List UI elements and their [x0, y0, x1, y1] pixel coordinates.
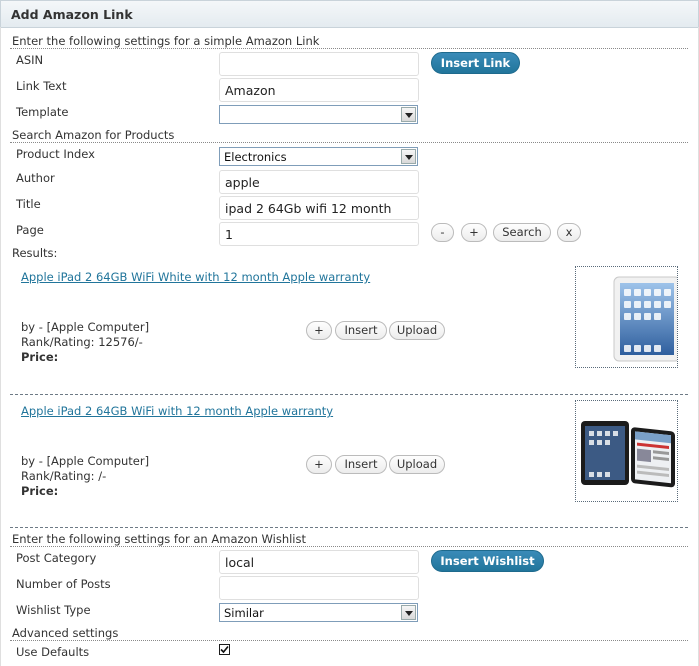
advanced-heading: Advanced settings: [12, 626, 119, 640]
number-of-posts-label: Number of Posts: [16, 577, 111, 591]
result-author: by - [Apple Computer]: [21, 320, 150, 334]
result-author: by - [Apple Computer]: [21, 454, 150, 468]
link-text-label: Link Text: [16, 79, 67, 93]
number-of-posts-input[interactable]: [219, 576, 419, 600]
chevron-down-icon[interactable]: [401, 149, 416, 164]
result-title-link[interactable]: Apple iPad 2 64GB WiFi with 12 month App…: [21, 404, 333, 418]
result-price-label: Price:: [21, 350, 59, 364]
wishlist-type-value: Similar: [224, 606, 264, 620]
page-minus-button[interactable]: -: [431, 223, 454, 242]
result-separator: [10, 527, 688, 528]
simple-link-heading: Enter the following settings for a simpl…: [12, 34, 320, 48]
panel-header: Add Amazon Link: [0, 0, 699, 28]
use-defaults-label: Use Defaults: [16, 645, 90, 659]
ipad-black-product-image: [581, 421, 675, 488]
result-thumbnail[interactable]: [575, 400, 678, 502]
asin-input[interactable]: [219, 52, 419, 76]
insert-link-button[interactable]: Insert Link: [431, 52, 520, 74]
product-index-value: Electronics: [224, 150, 287, 164]
author-label: Author: [16, 171, 55, 185]
page-label: Page: [16, 223, 44, 237]
result-rank: Rank/Rating: /-: [21, 469, 107, 483]
insert-wishlist-button[interactable]: Insert Wishlist: [431, 550, 544, 572]
wishlist-type-select[interactable]: Similar: [219, 603, 418, 622]
chevron-down-icon[interactable]: [401, 107, 416, 122]
checkmark-icon: [220, 645, 229, 654]
template-label: Template: [16, 105, 69, 119]
chevron-down-icon[interactable]: [401, 605, 416, 620]
result-add-button[interactable]: +: [306, 321, 332, 340]
result-item: Apple iPad 2 64GB WiFi White with 12 mon…: [10, 262, 688, 394]
result-upload-button[interactable]: Upload: [389, 455, 445, 474]
results-label: Results:: [12, 246, 58, 260]
result-price-label: Price:: [21, 484, 59, 498]
result-item: Apple iPad 2 64GB WiFi with 12 month App…: [10, 396, 688, 526]
search-button[interactable]: Search: [493, 223, 551, 242]
title-input[interactable]: [219, 196, 419, 220]
result-separator: [10, 394, 688, 395]
result-title-link[interactable]: Apple iPad 2 64GB WiFi White with 12 mon…: [21, 270, 370, 284]
result-insert-button[interactable]: Insert: [335, 321, 387, 340]
product-index-label: Product Index: [16, 147, 95, 161]
result-add-button[interactable]: +: [306, 455, 332, 474]
result-thumbnail[interactable]: [575, 266, 681, 368]
search-heading: Search Amazon for Products: [12, 128, 175, 142]
asin-label: ASIN: [16, 53, 44, 67]
ipad-white-product-image: [613, 276, 681, 362]
panel-title: Add Amazon Link: [11, 7, 133, 22]
divider: [10, 640, 688, 641]
wishlist-heading: Enter the following settings for an Amaz…: [12, 532, 306, 546]
result-insert-button[interactable]: Insert: [335, 455, 387, 474]
link-text-input[interactable]: [219, 78, 419, 102]
page-plus-button[interactable]: +: [461, 223, 487, 242]
author-input[interactable]: [219, 170, 419, 194]
post-category-input[interactable]: [219, 550, 419, 574]
template-select[interactable]: [219, 105, 418, 124]
result-upload-button[interactable]: Upload: [389, 321, 445, 340]
clear-search-button[interactable]: x: [557, 223, 581, 242]
title-label: Title: [16, 197, 41, 211]
wishlist-type-label: Wishlist Type: [16, 603, 91, 617]
result-rank: Rank/Rating: 12576/-: [21, 335, 143, 349]
divider: [10, 142, 688, 143]
post-category-label: Post Category: [16, 551, 97, 565]
divider: [10, 546, 688, 547]
page-input[interactable]: [219, 222, 419, 246]
use-defaults-checkbox[interactable]: [219, 644, 230, 655]
product-index-select[interactable]: Electronics: [219, 147, 418, 166]
divider: [10, 48, 688, 49]
